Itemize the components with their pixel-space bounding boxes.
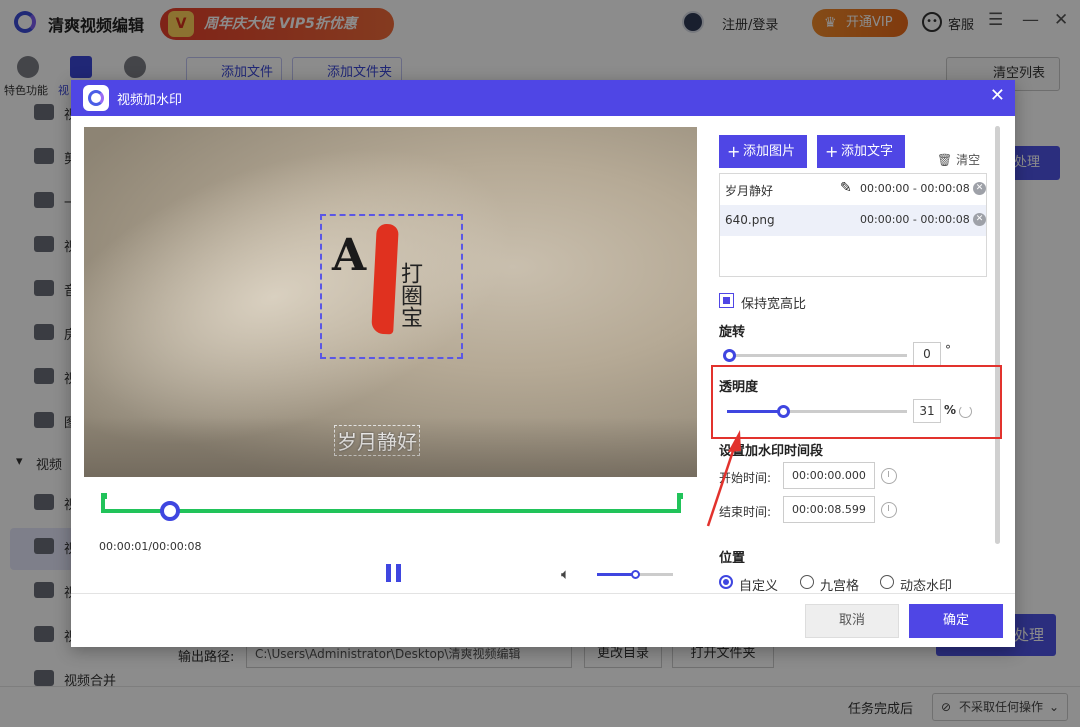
volume-knob[interactable] <box>631 570 640 579</box>
radio-dynamic[interactable] <box>880 575 894 589</box>
clear-label: 清空 <box>956 153 981 167</box>
timeline-track[interactable] <box>101 509 679 513</box>
list-item[interactable]: 640.png 00:00:00 - 00:00:08 ✕ <box>720 205 986 236</box>
dialog-title: 视频加水印 <box>117 93 183 108</box>
panel-scrollbar[interactable] <box>995 126 1000 544</box>
watermark-list: 岁月静好 ✎ 00:00:00 - 00:00:08 ✕ 640.png 00:… <box>719 173 987 277</box>
confirm-button[interactable]: 确定 <box>909 604 1003 638</box>
radio-grid[interactable] <box>800 575 814 589</box>
scrollbar-thumb[interactable] <box>995 126 1000 544</box>
brush-stroke <box>371 223 399 335</box>
position-radio-group: 自定义 九宫格 动态水印 <box>719 575 989 594</box>
pause-button[interactable] <box>385 564 403 582</box>
clear-watermarks-button[interactable]: 🗑︎ 清空 <box>937 151 980 168</box>
period-title: 设置加水印时间段 <box>719 444 824 459</box>
plus-icon: + <box>825 142 839 161</box>
rotation-title: 旋转 <box>719 325 746 340</box>
keep-ratio-label: 保持宽高比 <box>741 297 807 312</box>
watermark-time-range: 00:00:00 - 00:00:08 <box>860 213 970 226</box>
watermark-name: 岁月静好 <box>725 184 774 198</box>
opacity-highlight-box <box>711 365 1002 439</box>
start-clock-icon[interactable] <box>881 468 897 484</box>
rotation-knob[interactable] <box>723 349 736 362</box>
add-image-label: 添加图片 <box>743 144 796 159</box>
dialog-header: 视频加水印 ✕ <box>71 80 1015 116</box>
checkbox-checked-icon[interactable] <box>719 293 734 308</box>
dialog-logo-icon <box>83 85 109 111</box>
watermark-dialog: 视频加水印 ✕ A 打圈宝 岁月静好 00:00:01/00:00:08 🔈︎ … <box>71 80 1015 647</box>
add-text-button[interactable]: + 添加文字 <box>817 135 905 168</box>
degree-unit: ° <box>945 343 951 357</box>
radio-custom-label[interactable]: 自定义 <box>739 575 778 594</box>
dialog-divider <box>71 593 1015 594</box>
end-time-label: 结束时间: <box>719 505 772 519</box>
delete-icon[interactable]: ✕ <box>973 182 986 195</box>
delete-icon[interactable]: ✕ <box>973 213 986 226</box>
cancel-button[interactable]: 取消 <box>805 604 899 638</box>
radio-custom[interactable] <box>719 575 733 589</box>
volume-slider[interactable] <box>597 570 673 579</box>
settings-panel: + 添加图片 + 添加文字 🗑︎ 清空 岁月静好 ✎ 00:00:00 - 00… <box>719 127 1004 597</box>
dialog-close-button[interactable]: ✕ <box>990 85 1005 106</box>
text-watermark[interactable]: 岁月静好 <box>334 425 420 456</box>
start-time-label: 开始时间: <box>719 471 772 485</box>
video-preview[interactable]: A 打圈宝 岁月静好 <box>84 127 697 477</box>
end-time-input[interactable]: 00:00:08.599 <box>783 496 875 523</box>
timeline[interactable] <box>101 493 683 521</box>
watermark-logo-letters: A <box>332 230 367 281</box>
trash-icon: 🗑︎ <box>937 153 953 167</box>
rotation-input[interactable]: 0 <box>913 342 941 366</box>
image-watermark-box[interactable]: A 打圈宝 <box>320 214 463 359</box>
timeline-start-handle[interactable] <box>101 493 107 513</box>
radio-dynamic-label[interactable]: 动态水印 <box>900 575 952 594</box>
rotation-slider[interactable] <box>723 349 907 362</box>
volume-icon[interactable]: 🔈︎ <box>561 565 570 583</box>
volume-fill <box>597 573 635 576</box>
plus-icon: + <box>727 142 741 161</box>
timeline-end-handle[interactable] <box>677 493 683 513</box>
add-text-label: 添加文字 <box>841 144 894 159</box>
time-display: 00:00:01/00:00:08 <box>99 540 202 553</box>
end-clock-icon[interactable] <box>881 502 897 518</box>
radio-grid-label[interactable]: 九宫格 <box>820 575 859 594</box>
start-time-input[interactable]: 00:00:00.000 <box>783 462 875 489</box>
watermark-logo-chars: 打圈宝 <box>397 262 422 328</box>
timeline-playhead[interactable] <box>160 501 181 521</box>
add-image-button[interactable]: + 添加图片 <box>719 135 807 168</box>
list-item[interactable]: 岁月静好 ✎ 00:00:00 - 00:00:08 ✕ <box>720 174 986 205</box>
watermark-name: 640.png <box>725 213 775 227</box>
edit-icon[interactable]: ✎ <box>840 180 852 196</box>
position-title: 位置 <box>719 551 746 566</box>
watermark-time-range: 00:00:00 - 00:00:08 <box>860 182 970 195</box>
